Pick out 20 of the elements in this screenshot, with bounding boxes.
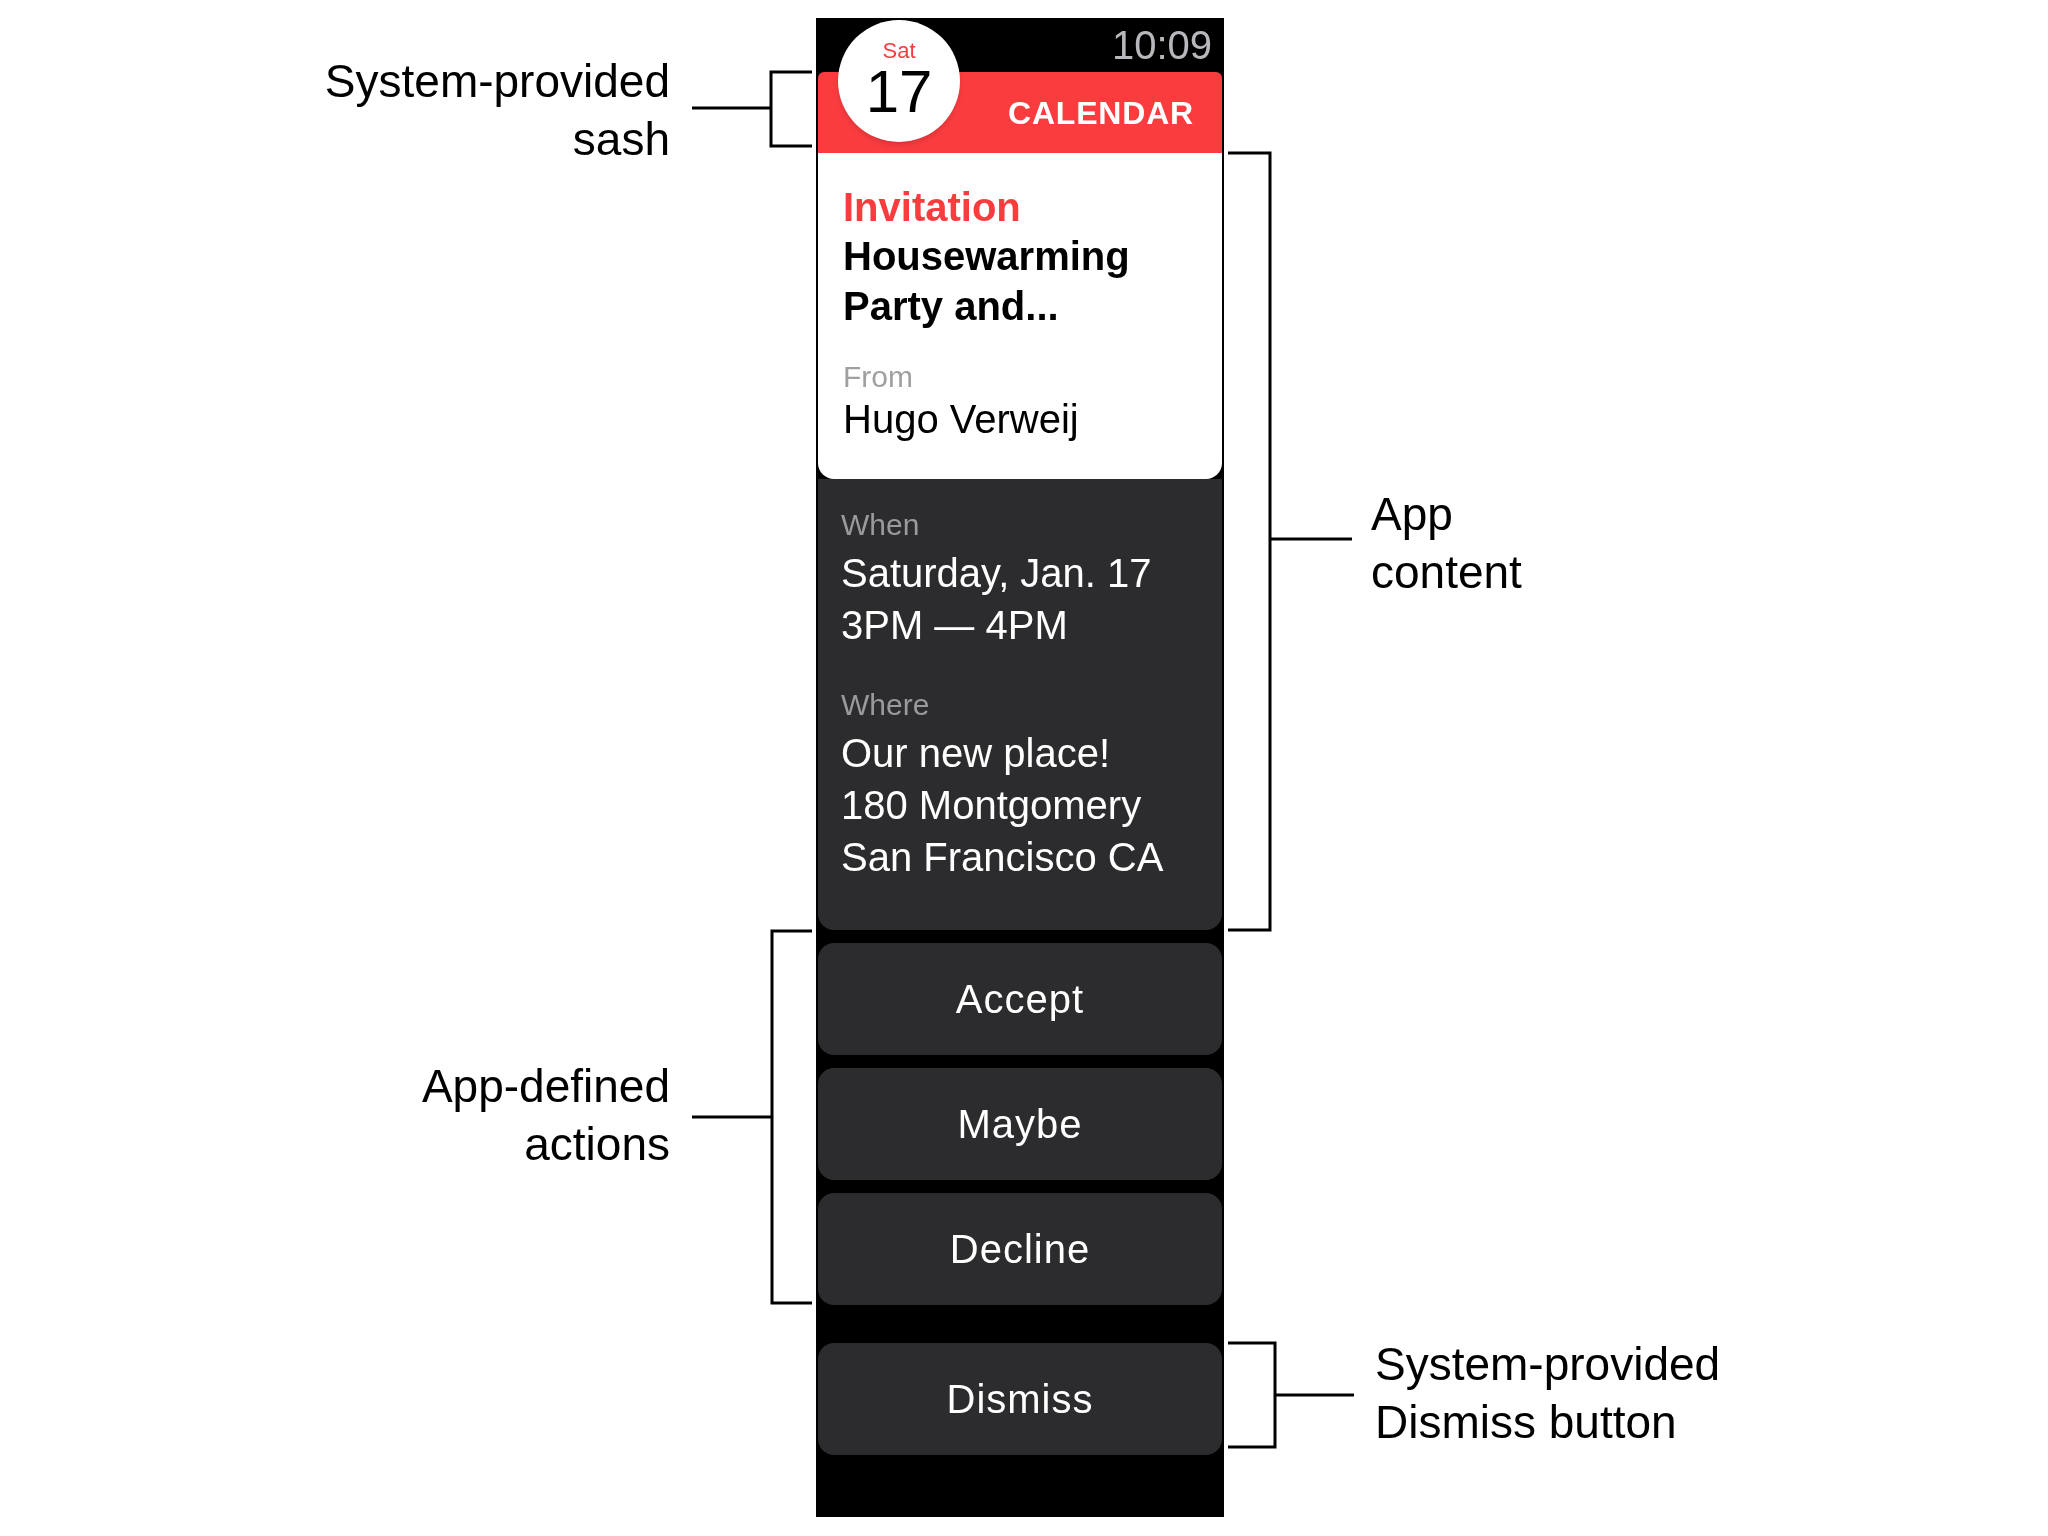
detail-label: When <box>841 507 921 543</box>
clock-time: 10:09 <box>1111 25 1212 65</box>
dismiss-button[interactable]: Dismiss <box>818 1343 1222 1455</box>
app-name: CALENDAR <box>1008 93 1194 133</box>
detail-value: Our new place! 180 Montgomery San Francisco CA <box>841 730 1165 881</box>
action-button[interactable]: Maybe <box>818 1068 1222 1180</box>
weekday-label: Sat <box>882 40 916 62</box>
detail-label: Where <box>841 687 931 723</box>
invitation-label: Invitation <box>843 184 1022 231</box>
annotation-label: System-provided sash <box>324 54 670 167</box>
date-number: 17 <box>865 62 933 122</box>
from-label: From <box>843 359 914 395</box>
sender-name: Hugo Verweij <box>843 396 1080 443</box>
detail-value: Saturday, Jan. 17 3PM — 4PM <box>841 550 1153 649</box>
action-button[interactable]: Accept <box>818 943 1222 1055</box>
annotation-label: System-provided Dismiss button <box>1375 1337 1721 1450</box>
event-title: Housewarming Party and... <box>843 233 1131 330</box>
annotation-label: App-defined actions <box>421 1059 670 1172</box>
annotation-label: App content <box>1371 487 1522 600</box>
action-button[interactable]: Decline <box>818 1193 1222 1305</box>
